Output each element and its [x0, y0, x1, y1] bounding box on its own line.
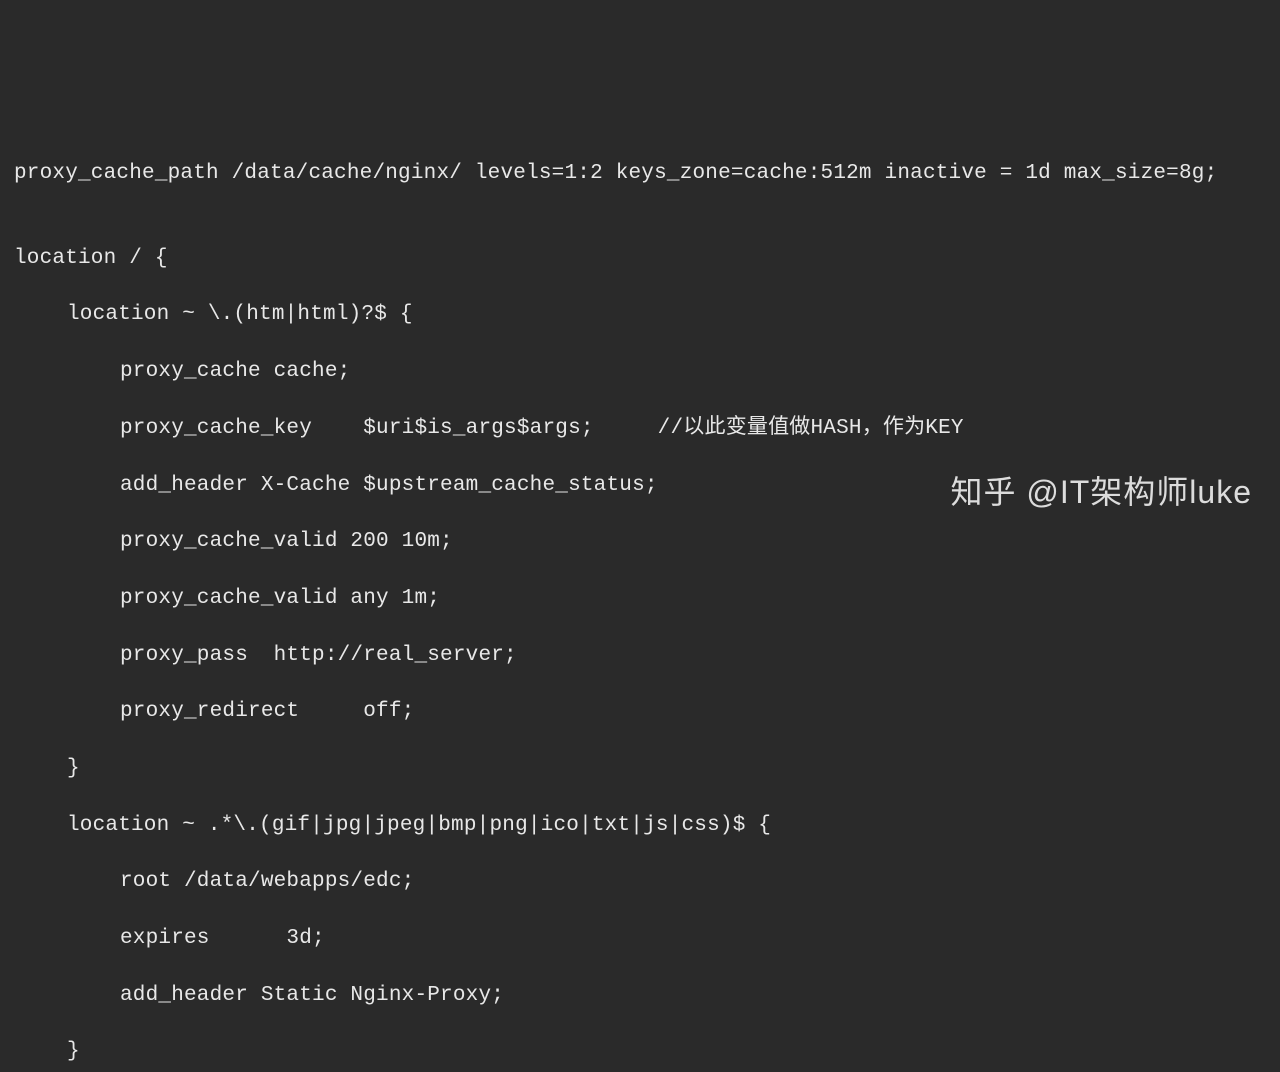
code-line: location ~ \.(htm|html)?$ {	[14, 301, 1266, 329]
code-line: location / {	[14, 245, 1266, 273]
watermark-text: 知乎 @IT架构师luke	[950, 474, 1252, 510]
code-line: proxy_cache cache;	[14, 358, 1266, 386]
code-line: location ~ .*\.(gif|jpg|jpeg|bmp|png|ico…	[14, 812, 1266, 840]
code-line: proxy_redirect off;	[14, 698, 1266, 726]
code-line: proxy_cache_valid 200 10m;	[14, 528, 1266, 556]
code-line: expires 3d;	[14, 925, 1266, 953]
code-line: add_header Static Nginx-Proxy;	[14, 982, 1266, 1010]
code-line: root /data/webapps/edc;	[14, 868, 1266, 896]
watermark: 知乎 @IT架构师luke	[950, 471, 1252, 514]
code-block: proxy_cache_path /data/cache/nginx/ leve…	[14, 131, 1266, 1072]
code-line: proxy_pass http://real_server;	[14, 642, 1266, 670]
code-line: proxy_cache_path /data/cache/nginx/ leve…	[14, 160, 1266, 188]
code-line: proxy_cache_valid any 1m;	[14, 585, 1266, 613]
code-line: }	[14, 755, 1266, 783]
code-line: proxy_cache_key $uri$is_args$args; //以此变…	[14, 415, 1266, 443]
code-line: }	[14, 1038, 1266, 1066]
